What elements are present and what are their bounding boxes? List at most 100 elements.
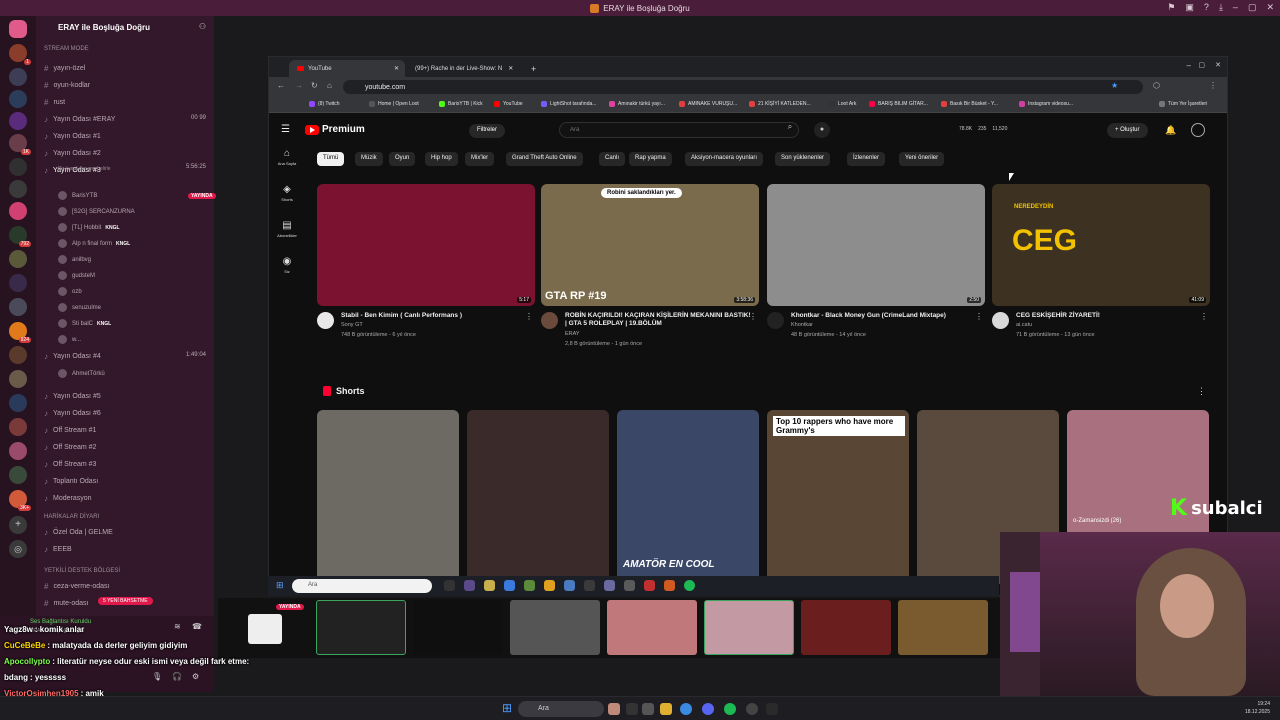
settings-icon[interactable]: ⚙: [192, 672, 199, 681]
voice-user[interactable]: ozb: [58, 287, 82, 296]
forward-icon[interactable]: →: [295, 81, 303, 90]
participant-tile[interactable]: [316, 600, 406, 655]
tab-kick[interactable]: (99+) Rache in der Live-Show: N ✕: [407, 60, 523, 77]
channel-item[interactable]: ♪ Off Stream #2: [44, 443, 96, 452]
short-thumbnail[interactable]: [317, 410, 459, 584]
server-name[interactable]: ERAY ile Boşluğa Doğru: [58, 23, 150, 32]
short-thumbnail[interactable]: [467, 410, 609, 584]
create-button[interactable]: + Oluştur: [1107, 123, 1148, 138]
app-icon[interactable]: [464, 580, 475, 591]
video-title[interactable]: Stabil - Ben Kimim ( Canlı Performans ): [341, 312, 527, 320]
bookmark-item[interactable]: Loot Ark: [829, 101, 856, 107]
voice-user[interactable]: Alp n final form KNGL: [58, 239, 130, 248]
add-server-icon[interactable]: +: [9, 516, 27, 534]
chip-9[interactable]: Son yüklenenler: [775, 152, 831, 166]
chip-3[interactable]: Hip hop: [425, 152, 458, 166]
chip-1[interactable]: Müzik: [355, 152, 383, 166]
close-icon[interactable]: ✕: [1266, 2, 1274, 13]
tab-youtube[interactable]: YouTube ✕: [289, 60, 405, 77]
bookmark-item[interactable]: Basık Bir Büsket - Y...: [941, 101, 998, 107]
channel-item[interactable]: ♪ Yayın Odası #1: [44, 132, 101, 141]
category-harikalar[interactable]: HARİKALAR DİYARI: [44, 514, 99, 520]
start-icon[interactable]: ⊞: [276, 580, 284, 591]
server-icon[interactable]: [9, 274, 27, 292]
server-icon[interactable]: 1: [9, 44, 31, 65]
url-field[interactable]: youtube.com: [343, 80, 1143, 94]
discord-icon[interactable]: [702, 703, 714, 715]
channel-name[interactable]: ai.catu: [1016, 322, 1032, 328]
extensions-icon[interactable]: ⬡: [1153, 81, 1160, 90]
participant-tile[interactable]: [898, 600, 988, 655]
video-menu-icon[interactable]: ⋮: [525, 312, 533, 321]
channel-mute[interactable]: # mute-odası: [44, 599, 88, 608]
chip-4[interactable]: Mix'ler: [465, 152, 495, 166]
app-icon[interactable]: [624, 580, 635, 591]
taskview-icon[interactable]: [444, 580, 455, 591]
video-menu-icon[interactable]: ⋮: [749, 312, 757, 321]
chip-6[interactable]: Canlı: [599, 152, 626, 166]
server-icon[interactable]: [9, 442, 27, 460]
server-icon[interactable]: [9, 112, 27, 130]
bookmark-item[interactable]: Instagram videosu...: [1019, 101, 1073, 107]
app-icon[interactable]: [484, 580, 495, 591]
channel-room4[interactable]: ♪ Yayın Odası #4: [44, 352, 101, 361]
voice-user[interactable]: w...: [58, 335, 81, 344]
chrome-icon[interactable]: [680, 703, 692, 715]
channel-avatar[interactable]: [541, 312, 558, 329]
server-icon[interactable]: [9, 418, 27, 436]
bookmark-item[interactable]: BarisYTB | Kick: [439, 101, 483, 107]
app-icon[interactable]: [544, 580, 555, 591]
bookmark-item[interactable]: (8) Twitch: [309, 101, 340, 107]
server-icon[interactable]: 924: [9, 322, 31, 343]
channel-item[interactable]: ♪ Moderasyon: [44, 494, 92, 503]
taskview-icon[interactable]: [642, 703, 654, 715]
server-icon[interactable]: [9, 394, 27, 412]
inner-search[interactable]: Ara: [292, 579, 432, 593]
app-icon[interactable]: [524, 580, 535, 591]
channel-item[interactable]: ♪ Yayın Odası #2: [44, 149, 101, 158]
chip-11[interactable]: Yeni öneriler: [899, 152, 945, 166]
voice-search-icon[interactable]: ●: [814, 122, 830, 138]
bookmark-item[interactable]: Tüm Yer İşaretleri: [1159, 101, 1207, 107]
window-minimize-icon[interactable]: –: [1187, 61, 1191, 70]
discover-icon[interactable]: ◎: [9, 540, 27, 558]
voice-user[interactable]: BarisYTB YAYINDA: [58, 191, 216, 200]
channel-avatar[interactable]: [317, 312, 334, 329]
filters-button[interactable]: Filtreler: [469, 124, 506, 138]
app-icon[interactable]: [766, 703, 778, 715]
sidebar-shorts[interactable]: ◈ Shorts: [271, 184, 303, 202]
channel-item[interactable]: ♪ Off Stream #3: [44, 460, 96, 469]
youtube-logo[interactable]: Premium: [305, 124, 365, 135]
spotify-icon[interactable]: [684, 580, 695, 591]
window-close-icon[interactable]: ✕: [1215, 61, 1221, 69]
channel-item[interactable]: ♪ Yayın Odası #ERAY: [44, 115, 115, 124]
shorts-menu-icon[interactable]: ⋮: [1197, 386, 1206, 397]
participant-tile[interactable]: [413, 600, 503, 655]
home-icon[interactable]: ⌂: [327, 81, 332, 90]
server-icon[interactable]: [9, 466, 27, 484]
channel-ceza[interactable]: # ceza-verme-odası: [44, 582, 109, 591]
app-icon[interactable]: [746, 703, 758, 715]
sidebar-home[interactable]: ⌂ Ana Sayfa: [271, 148, 303, 166]
short-thumbnail[interactable]: AMATÖR EN COOL: [617, 410, 759, 584]
minimize-icon[interactable]: –: [1233, 2, 1238, 13]
server-icon[interactable]: [9, 298, 27, 316]
sound-wave-icon[interactable]: ≋: [174, 622, 181, 631]
bookmark-item[interactable]: YouTube: [494, 101, 523, 107]
system-clock[interactable]: 19:24 18.12.2025: [1245, 700, 1270, 716]
new-mentions-pill[interactable]: 5 YENİ BAHSETME: [98, 597, 153, 605]
pin-icon[interactable]: ⚑: [1167, 2, 1175, 13]
new-tab-button[interactable]: +: [525, 60, 545, 77]
app-icon[interactable]: [584, 580, 595, 591]
server-icon[interactable]: [9, 68, 27, 86]
bookmark-item[interactable]: AMINAKE VURUŞU...: [679, 101, 737, 107]
app-icon[interactable]: [564, 580, 575, 591]
channel-item[interactable]: # yayın-özel: [44, 64, 85, 73]
video-title[interactable]: ROBİN KAÇIRILDI! KAÇIRAN KİŞİLERİN MEKAN…: [565, 312, 751, 328]
notifications-bell-icon[interactable]: 🔔: [1165, 125, 1176, 136]
channel-item[interactable]: ♪ Off Stream #1: [44, 426, 96, 435]
window-maximize-icon[interactable]: ▢: [1198, 61, 1205, 69]
bookmark-item[interactable]: Amınakir türkü yayı...: [609, 101, 665, 107]
video-thumbnail[interactable]: GTA RP #19 Robini saklandıkları yer. 3:58:…: [541, 184, 759, 306]
spotify-icon[interactable]: [724, 703, 736, 715]
